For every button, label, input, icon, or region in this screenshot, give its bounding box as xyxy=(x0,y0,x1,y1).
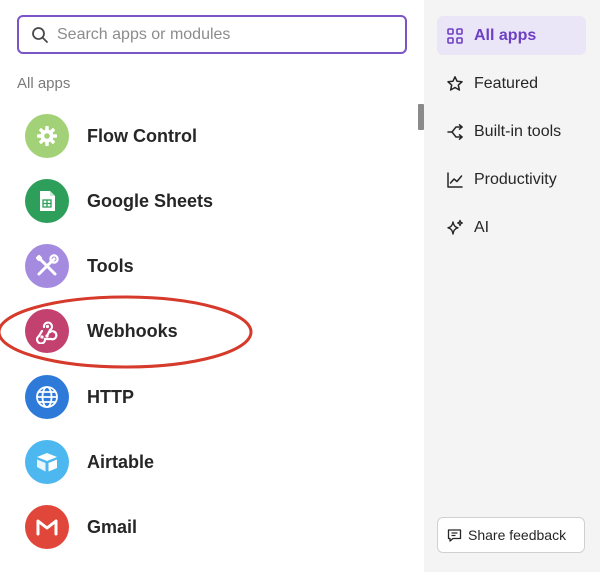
nav-item-productivity[interactable]: Productivity xyxy=(437,160,586,199)
comment-icon xyxy=(447,528,462,542)
app-label: Tools xyxy=(87,255,134,276)
app-label: HTTP xyxy=(87,386,134,407)
sparkle-icon xyxy=(447,219,463,235)
nav-item-ai[interactable]: AI xyxy=(437,208,586,247)
app-label: Webhooks xyxy=(87,320,178,341)
section-label: All apps xyxy=(17,75,71,92)
app-item-tools[interactable]: Tools xyxy=(0,236,418,296)
nav-label: Featured xyxy=(474,74,539,92)
app-item-airtable[interactable]: Airtable xyxy=(0,432,418,492)
gear-icon xyxy=(25,114,69,158)
app-picker-panel: All apps xyxy=(0,0,424,572)
search-icon xyxy=(32,26,48,43)
spreadsheet-icon xyxy=(25,179,69,223)
webhook-icon xyxy=(25,309,69,353)
app-label: Flow Control xyxy=(87,125,197,146)
grid-icon xyxy=(447,27,463,44)
split-arrow-icon xyxy=(447,123,463,140)
envelope-m-icon xyxy=(25,505,69,549)
globe-icon xyxy=(25,375,69,419)
chart-line-icon xyxy=(447,171,463,188)
search-box[interactable] xyxy=(17,15,407,54)
nav-item-all-apps[interactable]: All apps xyxy=(437,16,586,55)
box-icon xyxy=(25,440,69,484)
nav-label: AI xyxy=(474,218,490,236)
app-label: Airtable xyxy=(87,451,155,472)
app-item-gmail[interactable]: Gmail xyxy=(0,497,418,557)
app-label: Google Sheets xyxy=(87,190,214,211)
app-label: Gmail xyxy=(87,516,138,537)
wrench-screwdriver-icon xyxy=(25,244,69,288)
nav-label: Built-in tools xyxy=(474,122,562,140)
nav-item-built-in-tools[interactable]: Built-in tools xyxy=(437,112,586,151)
app-item-http[interactable]: HTTP xyxy=(0,367,418,427)
app-item-webhooks[interactable]: Webhooks xyxy=(0,301,418,361)
nav-label: All apps xyxy=(474,26,537,44)
app-item-google-sheets[interactable]: Google Sheets xyxy=(0,171,418,231)
share-feedback-label: Share feedback xyxy=(468,527,567,543)
star-icon xyxy=(447,75,463,91)
search-input[interactable] xyxy=(57,25,387,44)
app-item-flow-control[interactable]: Flow Control xyxy=(0,106,418,166)
nav-label: Productivity xyxy=(474,170,557,188)
nav-item-featured[interactable]: Featured xyxy=(437,64,586,103)
share-feedback-button[interactable]: Share feedback xyxy=(437,517,585,553)
